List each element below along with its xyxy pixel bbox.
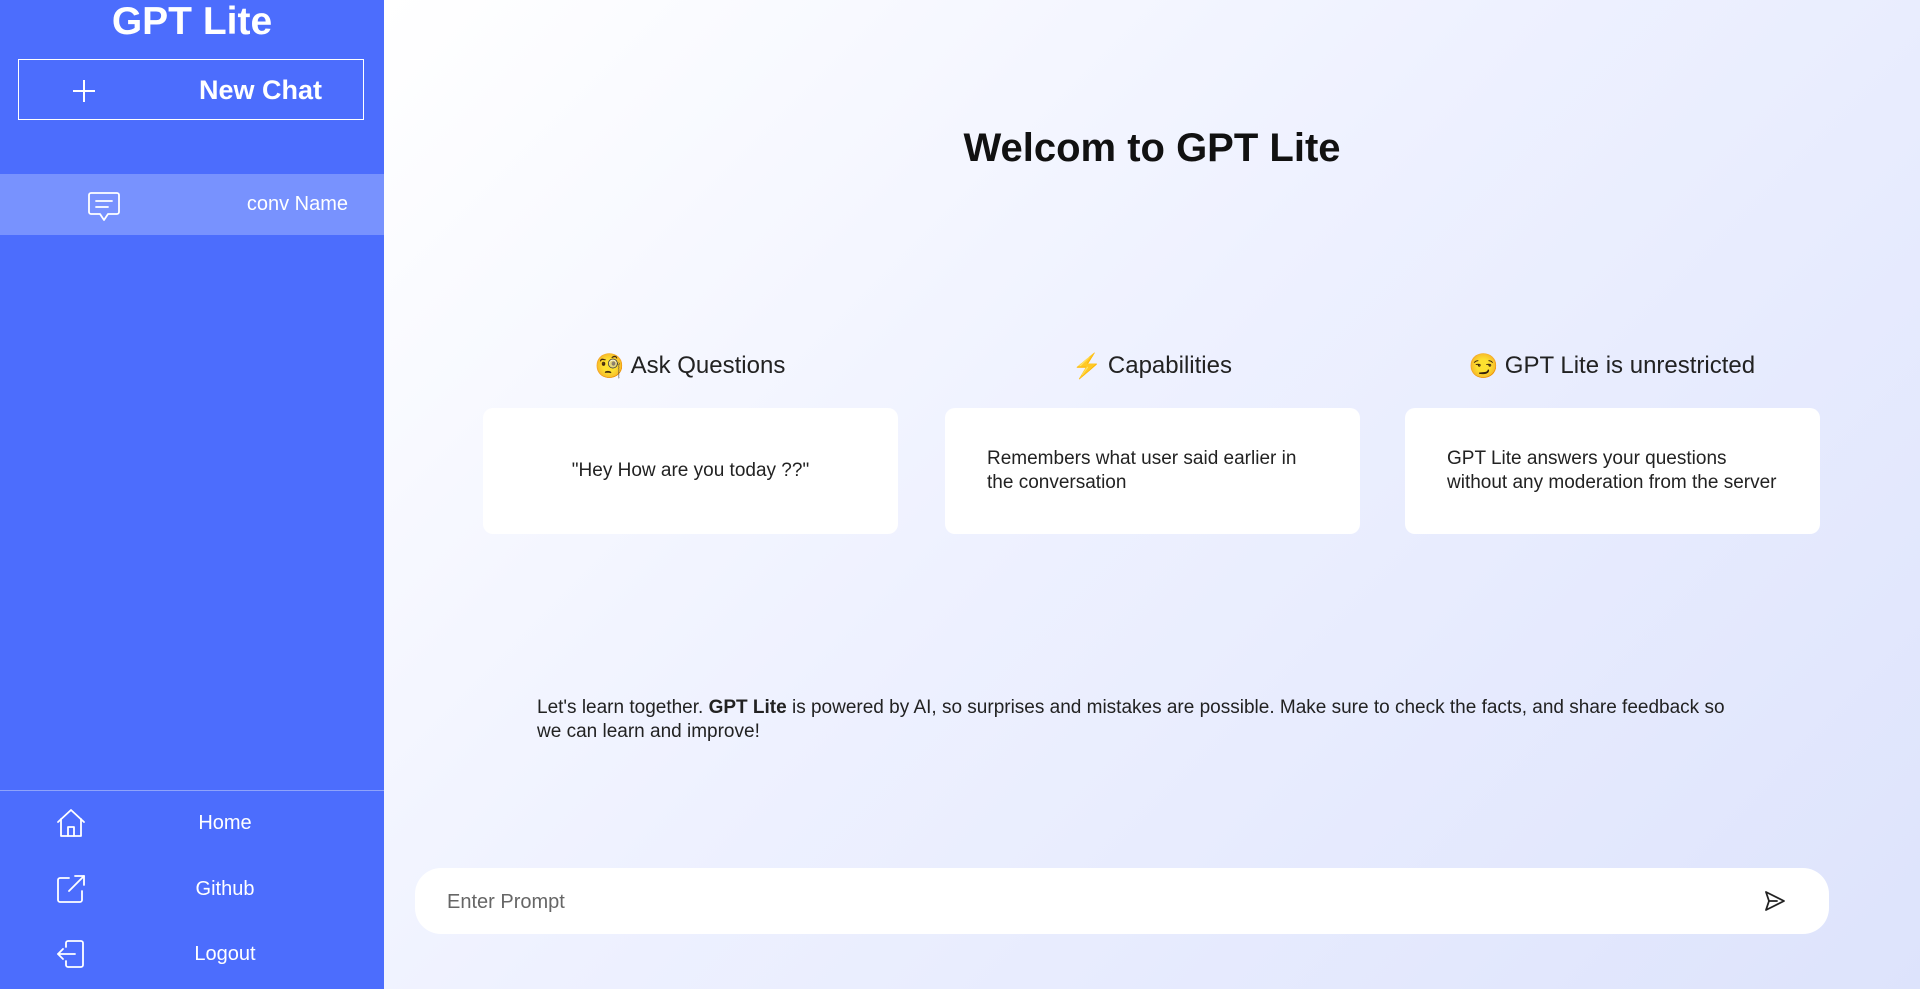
- main-panel: Welcom to GPT Lite 🧐 Ask Questions ⚡ Capab…: [384, 0, 1920, 989]
- feature-heading-ask-questions: 🧐 Ask Questions: [483, 348, 897, 385]
- feature-heading-text: Ask Questions: [630, 352, 786, 379]
- conversation-label: conv Name: [246, 193, 348, 215]
- monocle-face-icon: 🧐: [594, 352, 625, 380]
- capability-card: Remembers what user said earlier in the …: [945, 408, 1360, 534]
- prompt-input[interactable]: [445, 868, 1749, 936]
- plus-icon: [73, 80, 95, 102]
- example-card[interactable]: "Hey How are you today ??": [483, 408, 898, 534]
- lightning-icon: ⚡: [1072, 352, 1102, 380]
- page-title: Welcom to GPT Lite: [963, 126, 1341, 170]
- external-link-icon: [57, 875, 85, 903]
- unrestricted-card: GPT Lite answers your questions without …: [1405, 408, 1820, 534]
- feature-heading-capabilities: ⚡ Capabilities: [945, 348, 1359, 385]
- sidebar: GPT Lite New Chat conv Name Home Github …: [0, 0, 384, 989]
- example-card-text: "Hey How are you today ??": [571, 460, 810, 481]
- disclaimer-text: Let's learn together. GPT Lite is powere…: [537, 696, 1737, 744]
- sidebar-item-label: Github: [195, 878, 255, 900]
- feature-heading-text: GPT Lite is unrestricted: [1504, 352, 1756, 379]
- smirk-face-icon: 😏: [1468, 352, 1499, 380]
- new-chat-button[interactable]: New Chat: [18, 59, 364, 120]
- home-icon: [57, 809, 85, 837]
- sidebar-divider: [0, 790, 384, 791]
- disclaimer-prefix: Let's learn together.: [537, 697, 709, 718]
- app: GPT Lite New Chat conv Name Home Github …: [0, 0, 1920, 989]
- conversation-item[interactable]: conv Name: [0, 174, 384, 235]
- unrestricted-card-text: GPT Lite answers your questions without …: [1447, 448, 1777, 493]
- chat-bubble-icon: [88, 192, 120, 221]
- sidebar-item-label: Logout: [194, 943, 256, 965]
- sidebar-item-home[interactable]: Home: [0, 794, 384, 852]
- feature-heading-unrestricted: 😏 GPT Lite is unrestricted: [1405, 348, 1819, 385]
- disclaimer-brand: GPT Lite: [708, 697, 787, 718]
- sidebar-item-github[interactable]: Github: [0, 860, 384, 918]
- brand-title: GPT Lite: [111, 0, 273, 43]
- logout-icon: [57, 940, 84, 968]
- sidebar-item-logout[interactable]: Logout: [0, 925, 384, 983]
- prompt-bar: [415, 868, 1829, 936]
- sidebar-item-label: Home: [198, 812, 252, 834]
- new-chat-label: New Chat: [199, 75, 323, 105]
- capability-card-text: Remembers what user said earlier in the …: [987, 448, 1297, 493]
- send-icon[interactable]: [1763, 889, 1787, 913]
- feature-heading-text: Capabilities: [1107, 352, 1232, 379]
